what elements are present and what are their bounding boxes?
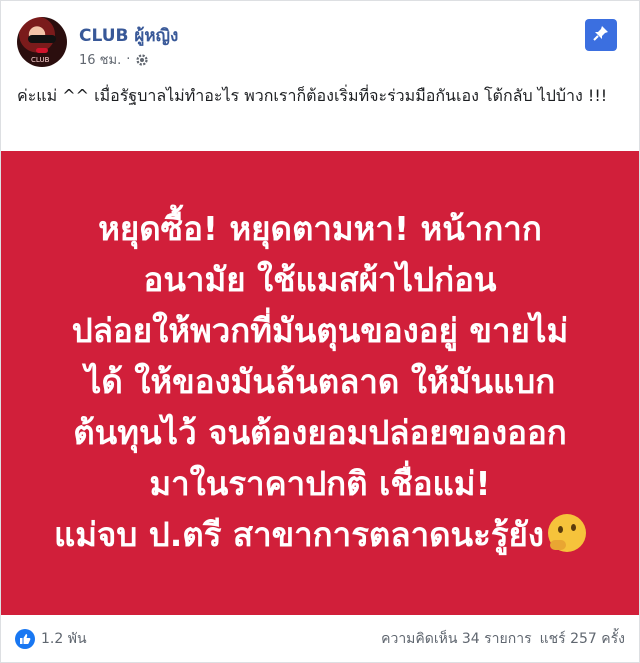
pin-icon [592,24,610,47]
image-text-line: มาในราคาปกติ เชื่อแม่! [149,464,491,503]
post-header: CLUB CLUB ผู้หญิง 16 ชม. · [17,13,617,71]
image-text-line: อนามัย ใช้แมสผ้าไปก่อน [143,260,497,299]
like-icon [15,629,35,649]
avatar-glasses [28,35,56,43]
post-image[interactable]: หยุดซื้อ! หยุดตามหา! หน้ากาก อนามัย ใช้แ… [1,151,639,615]
pin-button[interactable] [585,19,617,51]
image-text-line: แม่จบ ป.ตรี สาขาการตลาดนะรู้ยัง [54,515,544,554]
post-card: CLUB CLUB ผู้หญิง 16 ชม. · ค่ะแม่ ^^ เมื… [0,0,640,663]
image-text-line: ได้ ให้ของมันล้นตลาด ให้มันแบก [84,362,556,401]
image-text-line: ปล่อยให้พวกที่มันตุนของอยู่ ขายไม่ [71,311,569,350]
meta-separator: · [126,52,131,67]
post-caption: ค่ะแม่ ^^ เมื่อรัฐบาลไม่ทำอะไร พวกเราก็ต… [17,86,608,105]
avatar-lips [36,48,48,53]
reaction-count: 1.2 พัน [41,631,87,647]
post-time[interactable]: 16 ชม. [79,49,121,70]
engagement-stats: ความคิดเห็น 34 รายการ แชร์ 257 ครั้ง [381,628,625,650]
image-text-line: ต้นทุนไว้ จนต้องยอมปล่อยของออก [73,413,567,452]
image-text-line: หยุดซื้อ! หยุดตามหา! หน้ากาก [98,209,542,248]
thinking-face-emoji [548,514,586,552]
image-text-last-row: แม่จบ ป.ตรี สาขาการตลาดนะรู้ยัง [1,509,639,560]
post-meta: 16 ชม. · [79,49,149,70]
image-text: หยุดซื้อ! หยุดตามหา! หน้ากาก อนามัย ใช้แ… [1,203,639,560]
avatar-label: CLUB [31,56,50,64]
comments-count-link[interactable]: ความคิดเห็น 34 รายการ [381,628,532,650]
gear-icon[interactable] [135,53,149,67]
reactions-summary[interactable]: 1.2 พัน [15,628,87,650]
post-footer: 1.2 พัน ความคิดเห็น 34 รายการ แชร์ 257 ค… [1,617,639,661]
shares-count-link[interactable]: แชร์ 257 ครั้ง [540,628,625,650]
page-name-link[interactable]: CLUB ผู้หญิง [79,22,178,49]
avatar[interactable]: CLUB [17,17,67,67]
